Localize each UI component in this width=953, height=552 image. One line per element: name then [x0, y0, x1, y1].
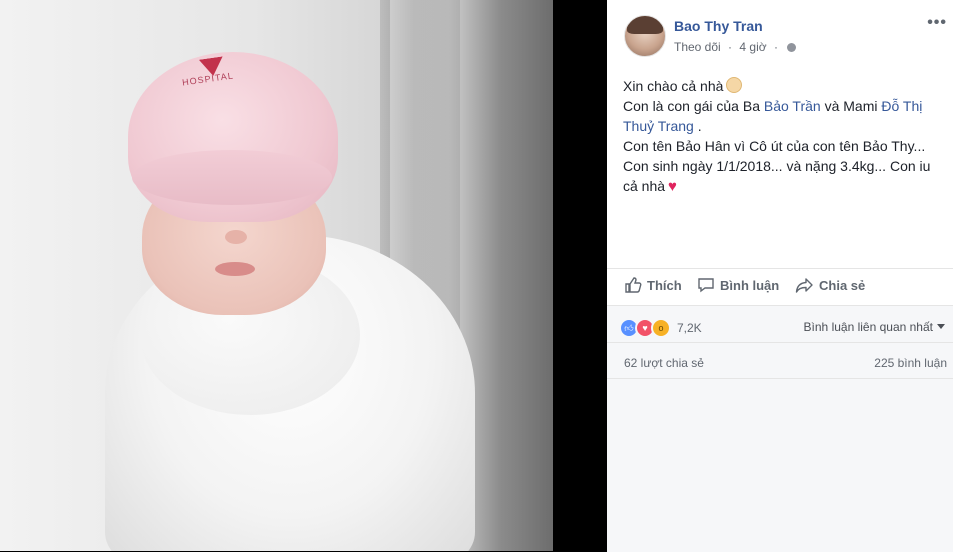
actions-divider: [607, 268, 953, 269]
heart-emoji-icon: ♥: [668, 178, 677, 195]
photo-baby-mouth: [215, 262, 255, 276]
action-bar: Thích Bình luận Chia sẻ: [607, 270, 953, 304]
photo-baby-hat-brim: [132, 150, 332, 205]
comment-button[interactable]: Bình luận: [697, 276, 779, 294]
more-options-icon[interactable]: •••: [927, 14, 947, 32]
wow-reaction-icon: o: [651, 318, 671, 338]
globe-icon[interactable]: [787, 43, 797, 52]
reaction-count[interactable]: 7,2K: [677, 321, 702, 335]
comment-filter-label: Bình luận liên quan nhất: [803, 320, 933, 334]
comment-label: Bình luận: [720, 277, 780, 293]
line2-mid-text: và Mami: [820, 98, 882, 114]
chevron-down-icon: [937, 324, 945, 329]
post-time[interactable]: 4 giờ: [739, 40, 766, 54]
reaction-summary[interactable]: 👍︎ ♥ o 7,2K: [619, 318, 702, 338]
angel-emoji-icon: [726, 77, 743, 93]
comment-filter-dropdown[interactable]: Bình luận liên quan nhất: [804, 320, 945, 334]
share-button[interactable]: Chia sẻ: [795, 276, 865, 294]
comment-count[interactable]: 225 bình luận: [874, 356, 947, 370]
meta-separator: ·: [728, 40, 733, 54]
like-button[interactable]: Thích: [624, 276, 682, 294]
photo-baby-nose: [225, 230, 247, 244]
post-line-1: Xin chào cả nhà: [623, 76, 945, 96]
post-body: Xin chào cả nhà Con là con gái của Ba Bả…: [623, 76, 945, 197]
tag-bao-tran[interactable]: Bảo Trần: [764, 98, 821, 114]
stats-divider: [607, 342, 953, 343]
line2-end-text: .: [693, 118, 702, 134]
share-count[interactable]: 62 lượt chia sẻ: [624, 356, 704, 370]
post-line-3: Con tên Bảo Hân vì Cô út của con tên Bảo…: [623, 138, 926, 154]
post-panel: Bao Thy Tran Theo dõi · 4 giờ · ••• Xin …: [607, 0, 953, 552]
author-name[interactable]: Bao Thy Tran: [674, 18, 763, 34]
post-line-2: Con là con gái của Ba Bảo Trần và Mami Đ…: [623, 96, 945, 136]
line2-text: Con là con gái của Ba: [623, 98, 764, 114]
thumbs-up-icon: [625, 277, 642, 293]
avatar-hair: [627, 16, 663, 34]
post-header: Bao Thy Tran Theo dõi · 4 giờ · •••: [607, 0, 953, 60]
avatar[interactable]: [624, 15, 666, 57]
post-meta: Theo dõi · 4 giờ ·: [674, 40, 797, 54]
like-label: Thích: [647, 277, 682, 293]
post-line-4: Con sinh ngày 1/1/2018... và nặng 3.4kg.…: [623, 156, 945, 197]
post-photo[interactable]: HOSPITAL: [0, 0, 553, 551]
share-label: Chia sẻ: [819, 277, 866, 293]
share-arrow-icon: [795, 278, 813, 293]
speech-bubble-icon: [698, 278, 714, 293]
follow-link[interactable]: Theo dõi: [674, 40, 721, 54]
meta-separator-2: ·: [773, 40, 778, 54]
greeting-text: Xin chào cả nhà: [623, 78, 724, 94]
post-stats: 👍︎ ♥ o 7,2K Bình luận liên quan nhất 62 …: [607, 305, 953, 552]
stats-divider-2: [607, 378, 953, 379]
lightbox-gap: [553, 0, 607, 551]
